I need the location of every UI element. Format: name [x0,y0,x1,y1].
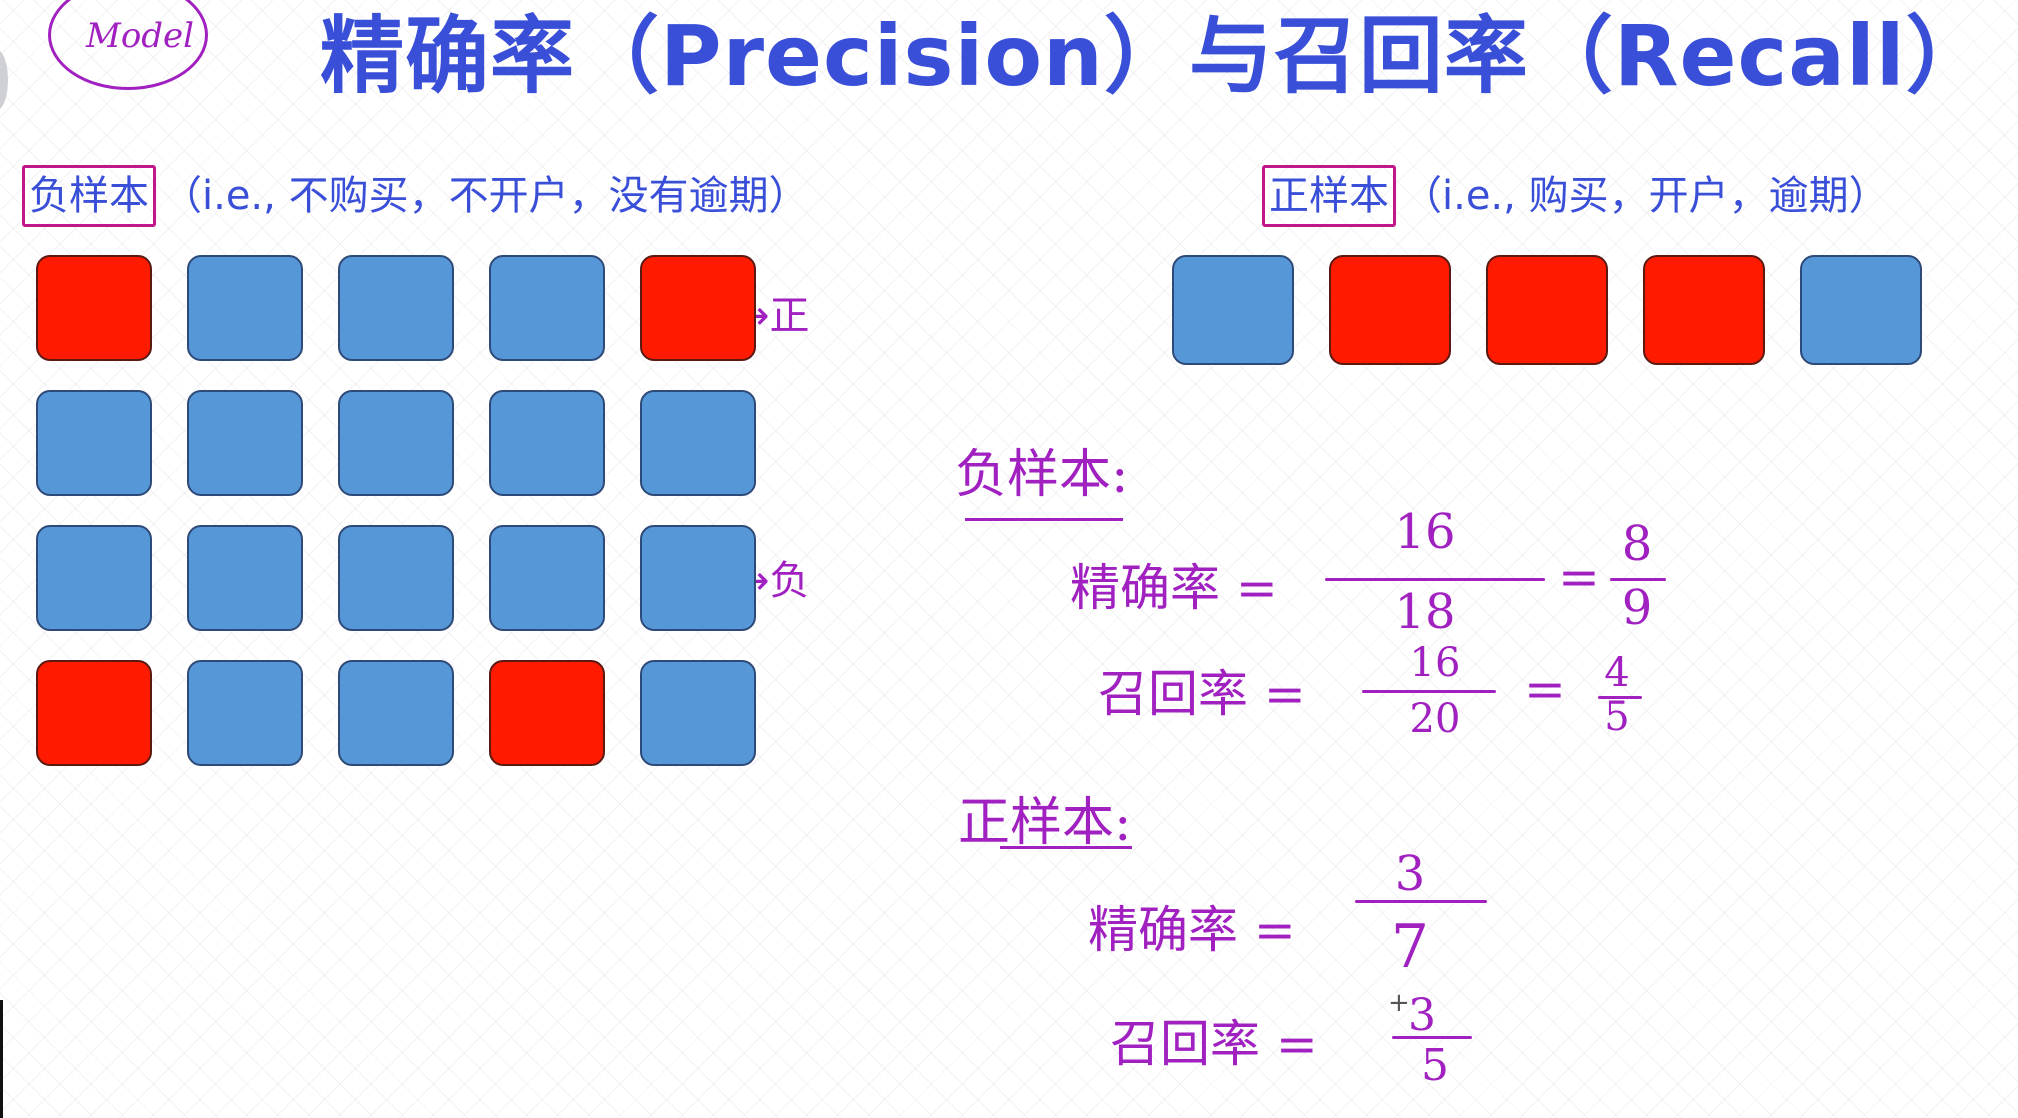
negative-sample-square-blue [489,390,605,496]
negative-sample-square-blue [640,390,756,496]
negative-sample-square-blue [338,525,454,631]
negative-sample-square-blue [640,525,756,631]
negative-sample-square-blue [489,525,605,631]
negative-sample-square-red [36,660,152,766]
page-title: 精确率（Precision）与召回率（Recall） [320,7,1991,105]
pos-precision-bar [1355,900,1487,903]
neg-precision-label: 精确率 = [1070,559,1278,617]
negative-sample-key: 负样本 [22,165,156,227]
neg-recall-simp-den: 5 [1604,694,1630,740]
negative-sample-square-blue [640,660,756,766]
window-edge-line [0,1000,3,1118]
positive-sample-desc: （i.e., 购买，开户，逾期） [1402,173,1889,219]
pos-precision-den: 7 [1390,912,1430,982]
pos-precision-num: 3 [1394,846,1426,902]
neg-recall-label: 召回率 = [1098,665,1306,723]
positive-sample-header: 正样本 （i.e., 购买，开户，逾期） [1262,165,1889,227]
neg-precision-eq2: = [1558,548,1600,606]
cursor-crosshair-icon: + [1388,988,1410,1018]
neg-precision-bar [1325,578,1545,581]
negative-sample-square-blue [187,255,303,361]
neg-precision-simp-den: 9 [1621,580,1653,636]
negative-sample-square-red [489,660,605,766]
positive-sample-square-blue [1172,255,1294,365]
negative-sample-square-blue [187,525,303,631]
negative-sample-square-blue [338,660,454,766]
neg-precision-den: 18 [1394,584,1456,640]
pos-recall-label: 召回率 = [1110,1015,1318,1073]
notes-positive-heading: 正样本: [958,793,1132,853]
neg-precision-simp-num: 8 [1621,516,1653,572]
neg-precision-num: 16 [1394,504,1456,560]
pos-precision-label: 精确率 = [1088,901,1296,959]
neg-recall-den: 20 [1409,696,1461,742]
positive-sample-square-blue [1800,255,1922,365]
neg-recall-bar [1362,690,1496,693]
window-edge-shape [0,50,8,110]
notes-negative-underline [965,518,1123,521]
notes-positive-underline [1000,846,1132,849]
positive-sample-key: 正样本 [1262,165,1396,227]
negative-sample-desc: （i.e., 不购买，不开户，没有逾期） [162,173,809,219]
pos-recall-den: 5 [1421,1040,1449,1091]
negative-sample-square-blue [338,255,454,361]
neg-recall-num: 16 [1409,640,1461,686]
neg-recall-eq2: = [1524,660,1566,718]
positive-sample-square-red [1643,255,1765,365]
negative-sample-square-blue [187,660,303,766]
positive-sample-square-red [1486,255,1608,365]
negative-sample-square-blue [338,390,454,496]
model-badge-text: Model [86,16,195,56]
negative-sample-square-red [36,255,152,361]
negative-sample-square-blue [187,390,303,496]
negative-sample-square-blue [489,255,605,361]
pos-recall-bar [1392,1036,1472,1039]
positive-sample-square-red [1329,255,1451,365]
notes-negative-heading: 负样本: [955,445,1129,505]
negative-sample-header: 负样本 （i.e., 不购买，不开户，没有逾期） [22,165,809,227]
neg-recall-simp-num: 4 [1604,650,1630,696]
negative-sample-square-red [640,255,756,361]
negative-sample-square-blue [36,390,152,496]
negative-sample-square-blue [36,525,152,631]
